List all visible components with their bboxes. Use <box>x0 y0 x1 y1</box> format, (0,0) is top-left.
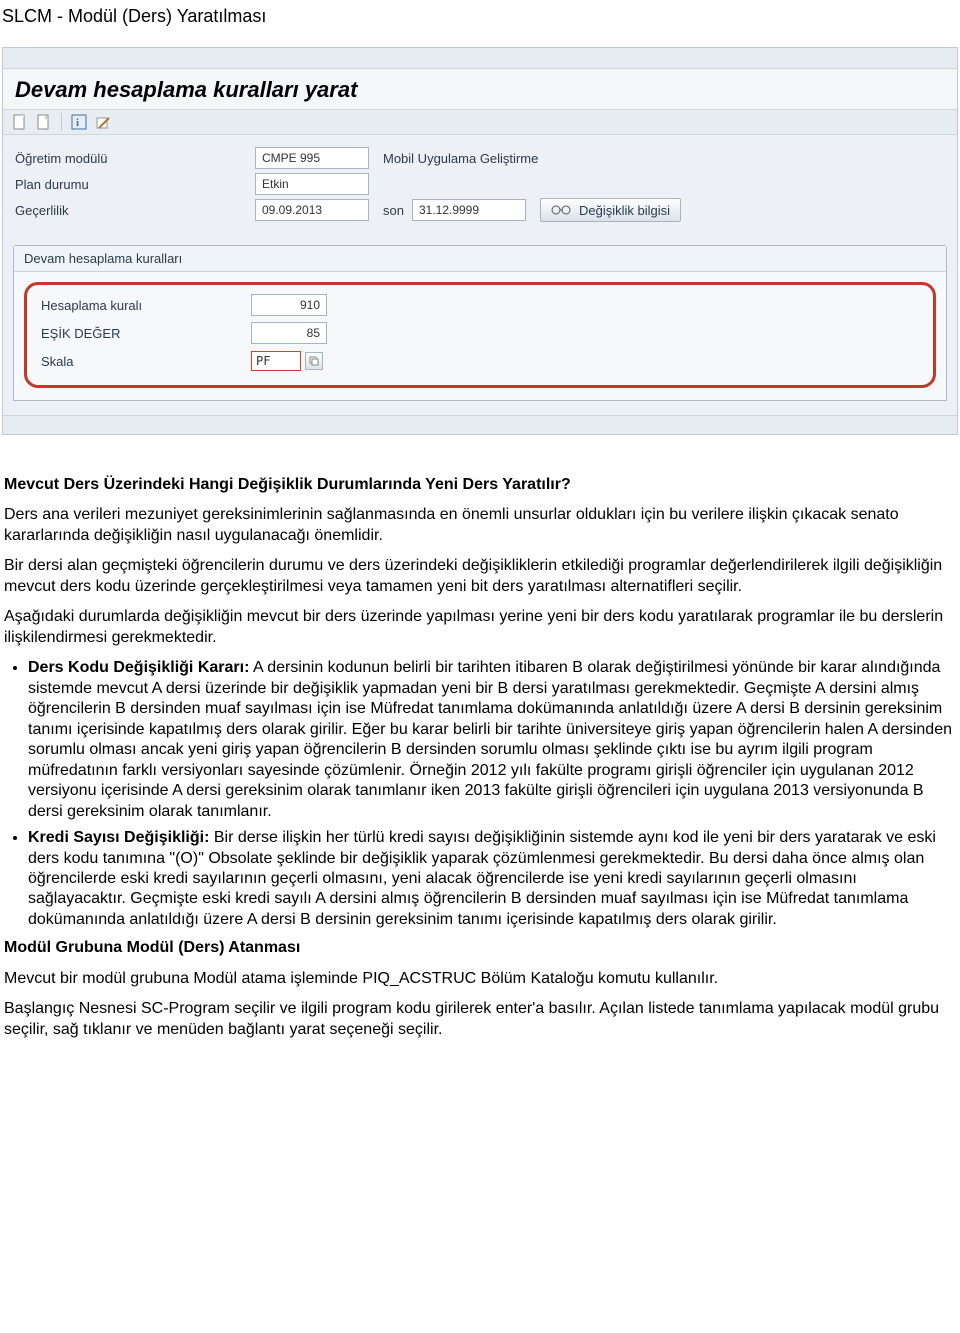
glasses-icon <box>551 204 571 216</box>
rules-section-header: Devam hesaplama kuralları <box>14 246 946 272</box>
info-icon[interactable]: i <box>70 113 88 131</box>
paragraph-2: Bir dersi alan geçmişteki öğrencilerin d… <box>4 556 956 597</box>
paragraph-4: Mevcut bir modül grubuna Modül atama işl… <box>4 969 956 989</box>
paragraph-3: Aşağıdaki durumlarda değişikliğin mevcut… <box>4 607 956 648</box>
rules-section: Devam hesaplama kuralları Hesaplama kura… <box>13 245 947 401</box>
module-code-field[interactable]: CMPE 995 <box>255 147 369 169</box>
valid-to-field[interactable]: 31.12.9999 <box>412 199 526 221</box>
doc-top-title: SLCM - Modül (Ders) Yaratılması <box>2 6 960 27</box>
list-item: Kredi Sayısı Değişikliği: Bir derse iliş… <box>28 828 956 930</box>
toolbar: i <box>3 109 957 135</box>
sap-window: Devam hesaplama kuralları yarat i Öğreti… <box>2 47 958 435</box>
valid-from-field[interactable]: 09.09.2013 <box>255 199 369 221</box>
window-bottom-bar <box>3 415 957 434</box>
calc-rule-label: Hesaplama kuralı <box>39 298 251 313</box>
li1-text: A dersinin kodunun belirli bir tarihten … <box>28 659 952 819</box>
window-frame-bar <box>3 48 957 69</box>
form-body: Öğretim modülü CMPE 995 Mobil Uygulama G… <box>3 135 957 415</box>
validity-label: Geçerlilik <box>13 203 255 218</box>
window-title: Devam hesaplama kuralları yarat <box>3 69 957 109</box>
li1-label: Ders Kodu Değişikliği Kararı: <box>28 659 249 676</box>
heading-change-cases: Mevcut Ders Üzerindeki Hangi Değişiklik … <box>4 475 956 495</box>
threshold-field[interactable]: 85 <box>251 322 327 344</box>
heading-module-assign: Modül Grubuna Modül (Ders) Atanması <box>4 938 956 958</box>
document-new-icon[interactable] <box>11 113 29 131</box>
highlighted-callout: Hesaplama kuralı 910 EŞİK DEĞER 85 Skala… <box>24 282 936 388</box>
bullet-list: Ders Kodu Değişikliği Kararı: A dersinin… <box>4 658 956 930</box>
edit-icon[interactable] <box>94 113 112 131</box>
validity-end-label: son <box>383 203 404 218</box>
plan-status-label: Plan durumu <box>13 177 255 192</box>
threshold-label: EŞİK DEĞER <box>39 326 251 341</box>
toolbar-separator <box>61 113 62 131</box>
paragraph-5: Başlangıç Nesnesi SC-Program seçilir ve … <box>4 999 956 1040</box>
document-icon[interactable] <box>35 113 53 131</box>
plan-status-field[interactable]: Etkin <box>255 173 369 195</box>
change-info-button[interactable]: Değişiklik bilgisi <box>540 198 681 222</box>
value-help-icon[interactable] <box>305 352 323 370</box>
li2-label: Kredi Sayısı Değişikliği: <box>28 829 209 846</box>
scale-label: Skala <box>39 354 251 369</box>
module-desc: Mobil Uygulama Geliştirme <box>383 151 538 166</box>
change-info-label: Değişiklik bilgisi <box>579 203 670 218</box>
svg-text:i: i <box>76 117 79 129</box>
calc-rule-field[interactable]: 910 <box>251 294 327 316</box>
paragraph-1: Ders ana verileri mezuniyet gereksinimle… <box>4 505 956 546</box>
module-label: Öğretim modülü <box>13 151 255 166</box>
list-item: Ders Kodu Değişikliği Kararı: A dersinin… <box>28 658 956 822</box>
prose-section: Mevcut Ders Üzerindeki Hangi Değişiklik … <box>4 475 956 1040</box>
scale-field[interactable]: PF <box>251 351 301 371</box>
